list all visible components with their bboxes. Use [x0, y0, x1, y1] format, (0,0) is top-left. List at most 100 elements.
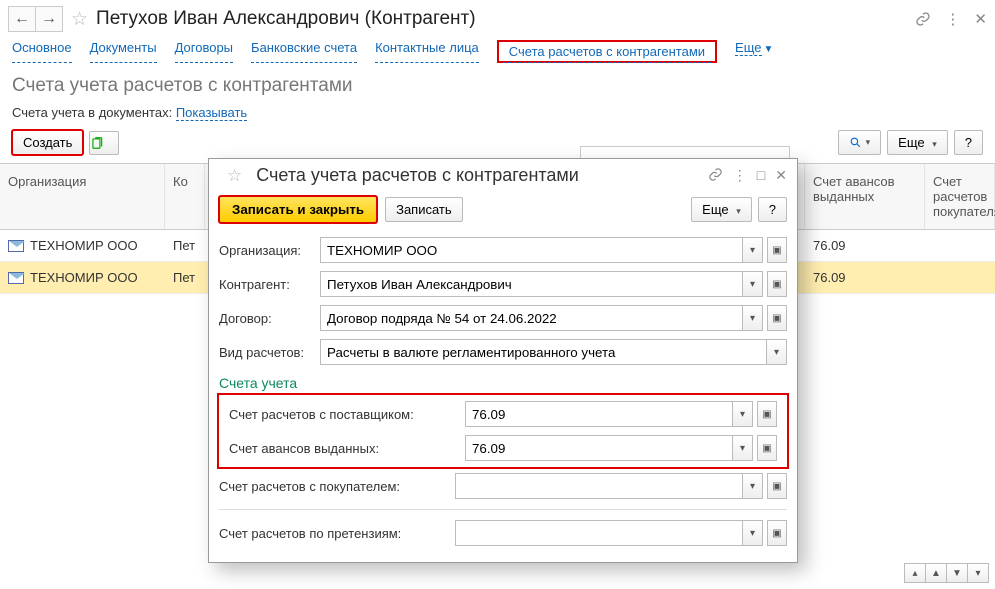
dropdown-icon[interactable]: ▾	[767, 339, 787, 365]
supplier-label: Счет расчетов с поставщиком:	[229, 407, 459, 422]
envelope-icon	[8, 272, 24, 284]
create-button[interactable]: Создать	[12, 130, 83, 155]
dropdown-icon[interactable]: ▾	[743, 473, 763, 499]
cell-org: ТЕХНОМИР ООО	[0, 262, 165, 293]
tab-contacts[interactable]: Контактные лица	[375, 40, 479, 63]
claims-input[interactable]	[455, 520, 743, 546]
accounts-section-header: Счета учета	[209, 369, 797, 393]
modal-header: ☆ Счета учета расчетов с контрагентами ⋮…	[209, 159, 797, 192]
dropdown-icon[interactable]: ▾	[743, 305, 763, 331]
help-button[interactable]: ?	[954, 130, 983, 155]
modal-more-label: Еще	[702, 202, 728, 217]
open-icon[interactable]: ▣	[767, 473, 787, 499]
header-actions: ⋮ ✕	[915, 10, 987, 28]
contract-label: Договор:	[219, 311, 314, 326]
cell-buyer	[925, 262, 995, 293]
maximize-icon[interactable]: □	[757, 167, 765, 184]
kebab-menu-icon[interactable]: ⋮	[733, 167, 747, 184]
col-advance-account[interactable]: Счет авансов выданных	[805, 164, 925, 229]
link-icon[interactable]	[915, 11, 931, 27]
kebab-menu-icon[interactable]: ⋮	[945, 10, 960, 28]
more-button-label: Еще	[898, 135, 924, 150]
modal-title: Счета учета расчетов с контрагентами	[256, 165, 579, 186]
field-organization: Организация: ▾ ▣	[209, 233, 797, 267]
open-icon[interactable]: ▣	[767, 237, 787, 263]
dropdown-icon[interactable]: ▾	[743, 271, 763, 297]
modal-more-button[interactable]: Еще ▾	[691, 197, 752, 222]
forward-button[interactable]: →	[35, 6, 63, 32]
divider	[219, 509, 787, 510]
contragent-input[interactable]	[320, 271, 743, 297]
tab-contracts[interactable]: Договоры	[175, 40, 233, 63]
open-icon[interactable]: ▣	[757, 401, 777, 427]
contract-input[interactable]	[320, 305, 743, 331]
buyer-label: Счет расчетов с покупателем:	[219, 479, 449, 494]
open-icon[interactable]: ▣	[767, 305, 787, 331]
scroll-bottom-icon[interactable]: ▾	[967, 563, 989, 583]
dropdown-icon[interactable]: ▾	[733, 401, 753, 427]
cell-k: Пет	[165, 230, 205, 261]
scroll-up-icon[interactable]: ▲	[925, 563, 947, 583]
scroll-down-icon[interactable]: ▼	[946, 563, 968, 583]
claims-label: Счет расчетов по претензиям:	[219, 526, 449, 541]
supplier-input[interactable]	[465, 401, 733, 427]
toggle-action-link[interactable]: Показывать	[176, 105, 247, 121]
dropdown-icon[interactable]: ▾	[733, 435, 753, 461]
tab-more[interactable]: Еще▼	[735, 40, 773, 63]
tab-accounts[interactable]: Счета расчетов с контрагентами	[503, 41, 711, 63]
open-icon[interactable]: ▣	[757, 435, 777, 461]
cell-buyer	[925, 230, 995, 261]
tab-more-label: Еще	[735, 40, 761, 56]
field-contract: Договор: ▾ ▣	[209, 301, 797, 335]
page-title: Петухов Иван Александрович (Контрагент)	[96, 8, 476, 30]
field-advance-account: Счет авансов выданных: ▾ ▣	[219, 431, 787, 465]
accounts-modal: ☆ Счета учета расчетов с контрагентами ⋮…	[208, 158, 798, 563]
envelope-icon	[8, 240, 24, 252]
dropdown-icon[interactable]: ▾	[743, 520, 763, 546]
modal-help-button[interactable]: ?	[758, 197, 787, 222]
modal-toolbar: Записать и закрыть Записать Еще ▾ ?	[209, 192, 797, 233]
col-organization[interactable]: Организация	[0, 164, 165, 229]
favorite-star-icon[interactable]: ☆	[71, 8, 88, 31]
scroll-top-icon[interactable]: ▴	[904, 563, 926, 583]
field-claims-account: Счет расчетов по претензиям: ▾ ▣	[209, 516, 797, 550]
close-icon[interactable]: ✕	[775, 167, 787, 184]
cell-org-text: ТЕХНОМИР ООО	[30, 238, 138, 253]
org-label: Организация:	[219, 243, 314, 258]
advance-input[interactable]	[465, 435, 733, 461]
app-window: БухЭксперт База ответов по учету в 1С ← …	[0, 0, 995, 589]
modal-toolbar-right: Еще ▾ ?	[691, 197, 787, 222]
col-counterparty[interactable]: Ко	[165, 164, 205, 229]
link-icon[interactable]	[708, 167, 723, 184]
org-input[interactable]	[320, 237, 743, 263]
copy-button[interactable]	[89, 131, 119, 155]
chevron-down-icon: ▼	[764, 44, 774, 55]
toolbar-right: ▾ Еще ▾ ?	[838, 130, 983, 155]
field-calc-type: Вид расчетов: ▾	[209, 335, 797, 369]
chevron-down-icon: ▾	[932, 139, 937, 149]
cell-org: ТЕХНОМИР ООО	[0, 230, 165, 261]
more-button[interactable]: Еще ▾	[887, 130, 948, 155]
buyer-input[interactable]	[455, 473, 743, 499]
col-buyer-account[interactable]: Счет расчетов покупателя	[925, 164, 995, 229]
close-icon[interactable]: ✕	[974, 10, 987, 28]
search-button[interactable]: ▾	[838, 130, 882, 155]
chevron-down-icon: ▾	[866, 137, 871, 148]
open-icon[interactable]: ▣	[767, 520, 787, 546]
cell-k: Пет	[165, 262, 205, 293]
tab-bank-accounts[interactable]: Банковские счета	[251, 40, 357, 63]
tab-documents[interactable]: Документы	[90, 40, 157, 63]
cell-advance: 76.09	[805, 262, 925, 293]
dropdown-icon[interactable]: ▾	[743, 237, 763, 263]
header: ← → ☆ Петухов Иван Александрович (Контра…	[0, 0, 995, 36]
calctype-input[interactable]	[320, 339, 767, 365]
save-and-close-button[interactable]: Записать и закрыть	[219, 196, 377, 223]
back-button[interactable]: ←	[8, 6, 36, 32]
favorite-star-icon[interactable]: ☆	[227, 166, 242, 186]
calctype-label: Вид расчетов:	[219, 345, 314, 360]
tab-main[interactable]: Основное	[12, 40, 72, 63]
tab-bar: Основное Документы Договоры Банковские с…	[0, 36, 995, 69]
open-icon[interactable]: ▣	[767, 271, 787, 297]
advance-label: Счет авансов выданных:	[229, 441, 459, 456]
save-button[interactable]: Записать	[385, 197, 463, 222]
